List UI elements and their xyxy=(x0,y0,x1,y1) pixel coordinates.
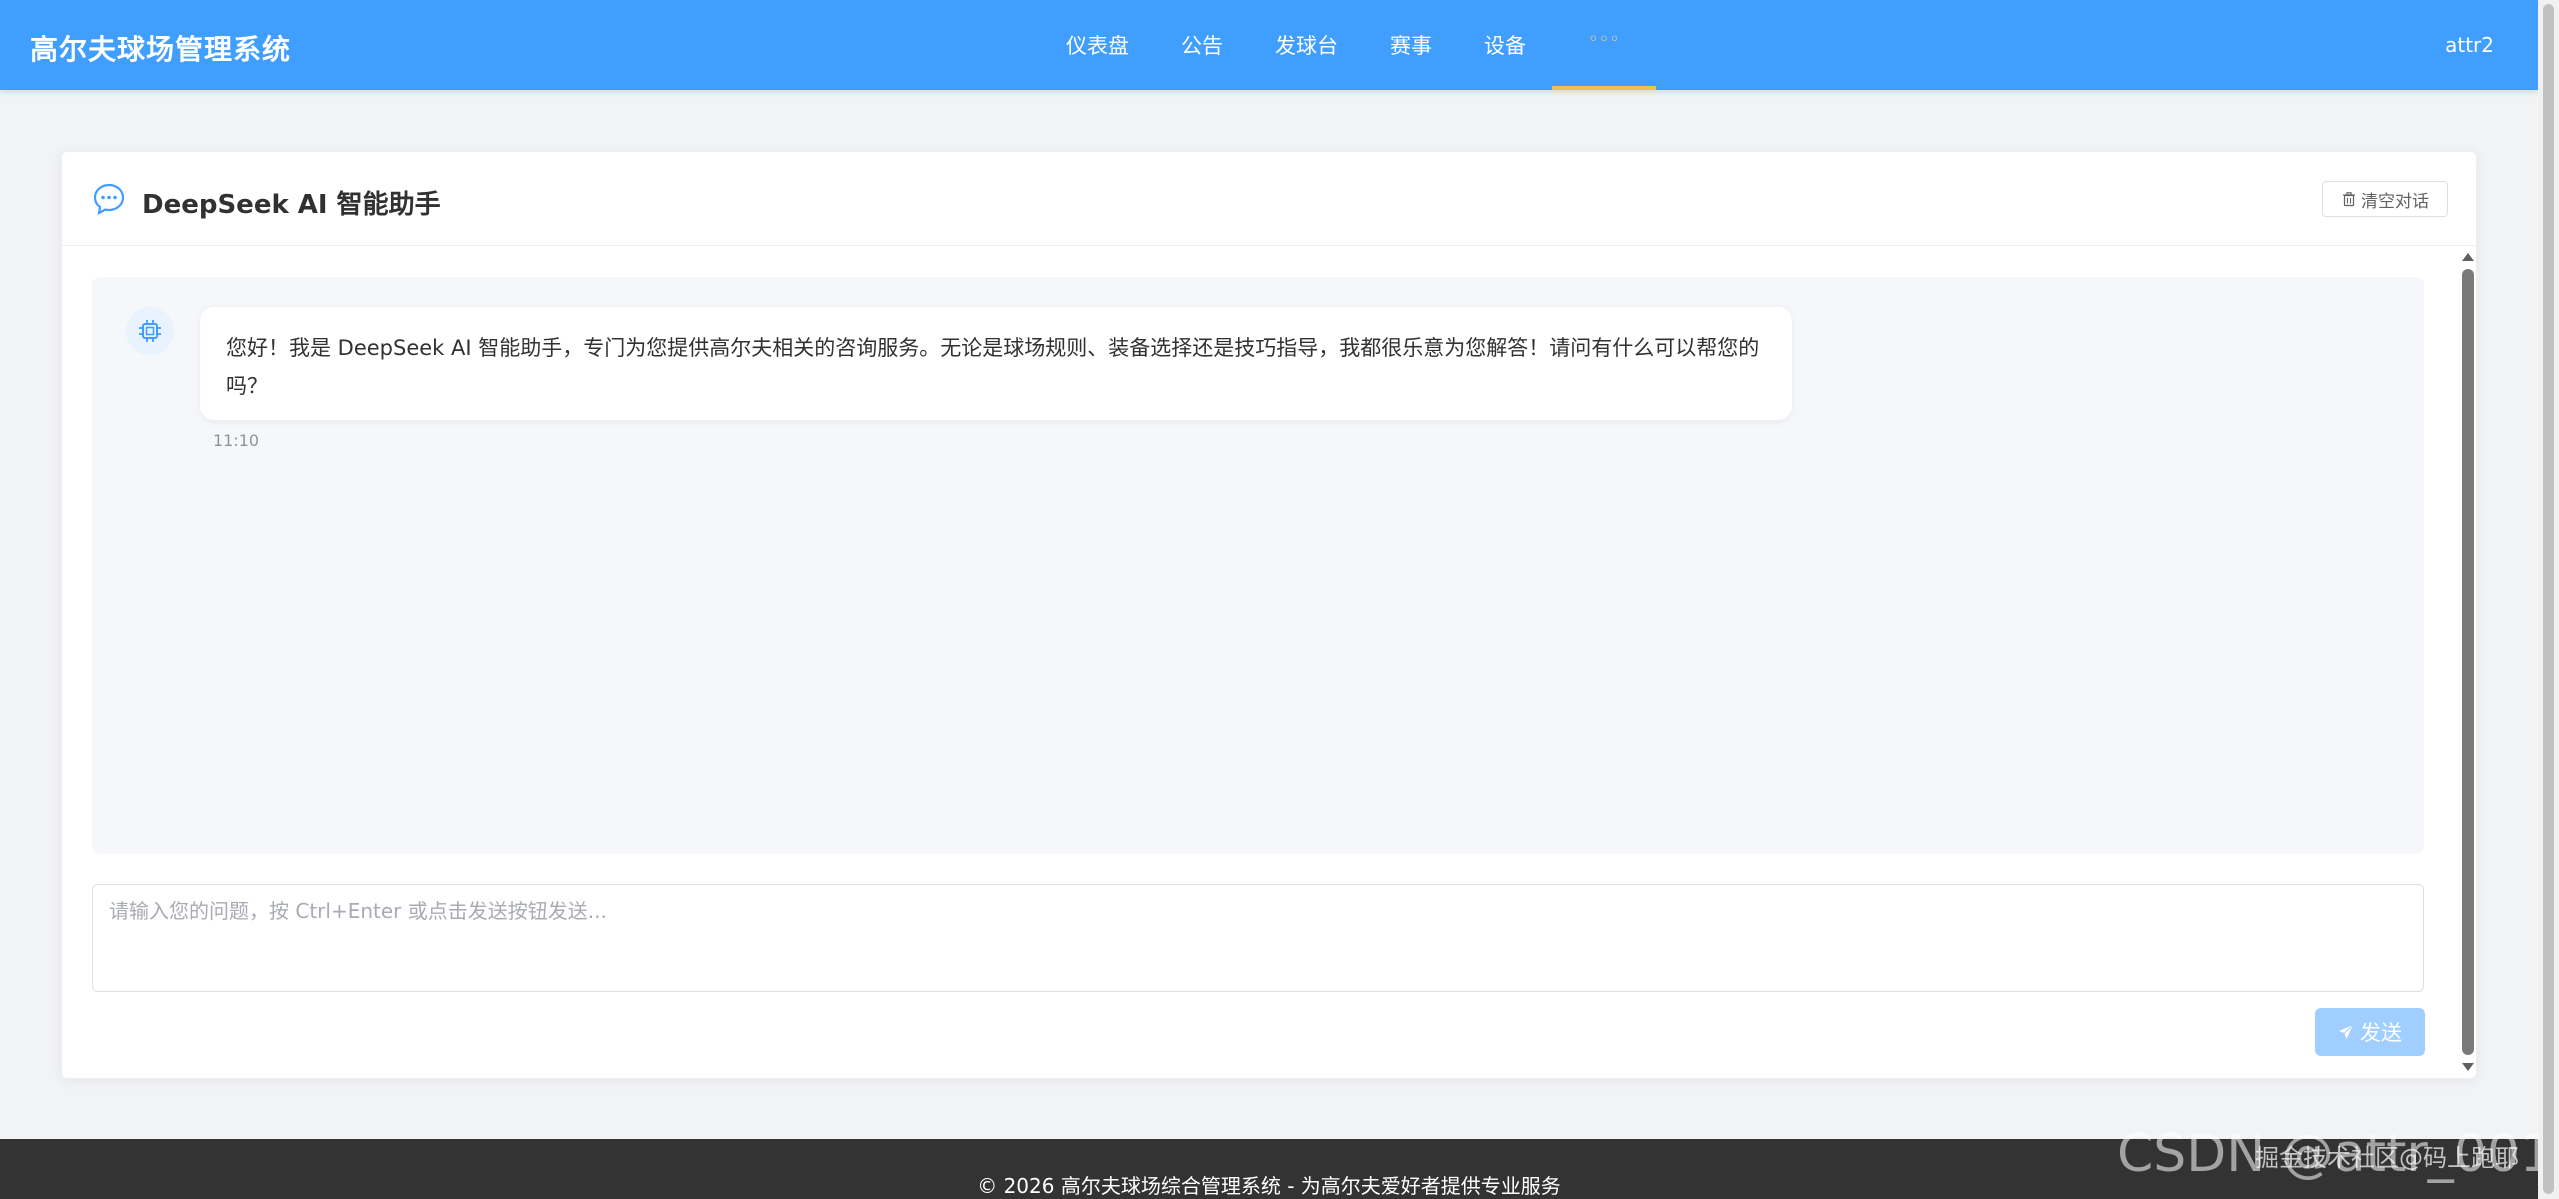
chat-scrollbar[interactable] xyxy=(2459,247,2476,1079)
send-button[interactable]: 发送 xyxy=(2315,1008,2425,1056)
send-label: 发送 xyxy=(2360,1022,2402,1045)
nav-item-events[interactable]: 赛事 xyxy=(1364,0,1458,90)
footer-copyright: © 2026 高尔夫球场综合管理系统 - 为高尔夫爱好者提供专业服务 xyxy=(977,1174,1561,1198)
brand-title[interactable]: 高尔夫球场管理系统 xyxy=(30,28,291,68)
card-header: DeepSeek AI 智能助手 清空对话 xyxy=(62,152,2476,246)
clear-chat-button[interactable]: 清空对话 xyxy=(2322,181,2448,217)
cpu-chip-icon xyxy=(139,320,161,342)
ai-assistant-card: DeepSeek AI 智能助手 清空对话 您好！我是 DeepSeek AI … xyxy=(61,151,2477,1079)
chat-bubble-icon xyxy=(93,183,125,216)
bot-avatar xyxy=(126,307,174,355)
top-navbar: 高尔夫球场管理系统 仪表盘 公告 发球台 赛事 设备 ◦◦◦ attr2 xyxy=(0,0,2538,90)
nav-item-announcements[interactable]: 公告 xyxy=(1155,0,1249,90)
user-menu[interactable]: attr2 xyxy=(2445,33,2494,57)
card-title: DeepSeek AI 智能助手 xyxy=(142,190,441,220)
assistant-message-bubble: 您好！我是 DeepSeek AI 智能助手，专门为您提供高尔夫相关的咨询服务。… xyxy=(200,307,1792,420)
question-input[interactable] xyxy=(92,884,2424,992)
scrollbar-thumb[interactable] xyxy=(2462,269,2474,1055)
clear-chat-label: 清空对话 xyxy=(2361,191,2429,211)
scroll-down-icon[interactable] xyxy=(2462,1063,2474,1071)
main-nav: 仪表盘 公告 发球台 赛事 设备 ◦◦◦ xyxy=(1040,0,1656,90)
page: 高尔夫球场管理系统 仪表盘 公告 发球台 赛事 设备 ◦◦◦ attr2 Dee… xyxy=(0,0,2559,1199)
scroll-up-icon[interactable] xyxy=(2462,253,2474,261)
page-scrollbar[interactable] xyxy=(2538,0,2559,1199)
nav-more-menu[interactable]: ◦◦◦ xyxy=(1552,0,1656,90)
page-scrollbar-thumb[interactable] xyxy=(2543,4,2554,1194)
nav-item-equipment[interactable]: 设备 xyxy=(1458,0,1552,90)
message-timestamp: 11:10 xyxy=(213,431,260,450)
paper-plane-icon xyxy=(2339,1024,2354,1039)
nav-item-tee-boxes[interactable]: 发球台 xyxy=(1249,0,1364,90)
messages-area[interactable]: 您好！我是 DeepSeek AI 智能助手，专门为您提供高尔夫相关的咨询服务。… xyxy=(92,277,2424,854)
footer: © 2026 高尔夫球场综合管理系统 - 为高尔夫爱好者提供专业服务 xyxy=(0,1139,2538,1199)
trash-icon xyxy=(2343,192,2355,207)
nav-item-dashboard[interactable]: 仪表盘 xyxy=(1040,0,1155,90)
